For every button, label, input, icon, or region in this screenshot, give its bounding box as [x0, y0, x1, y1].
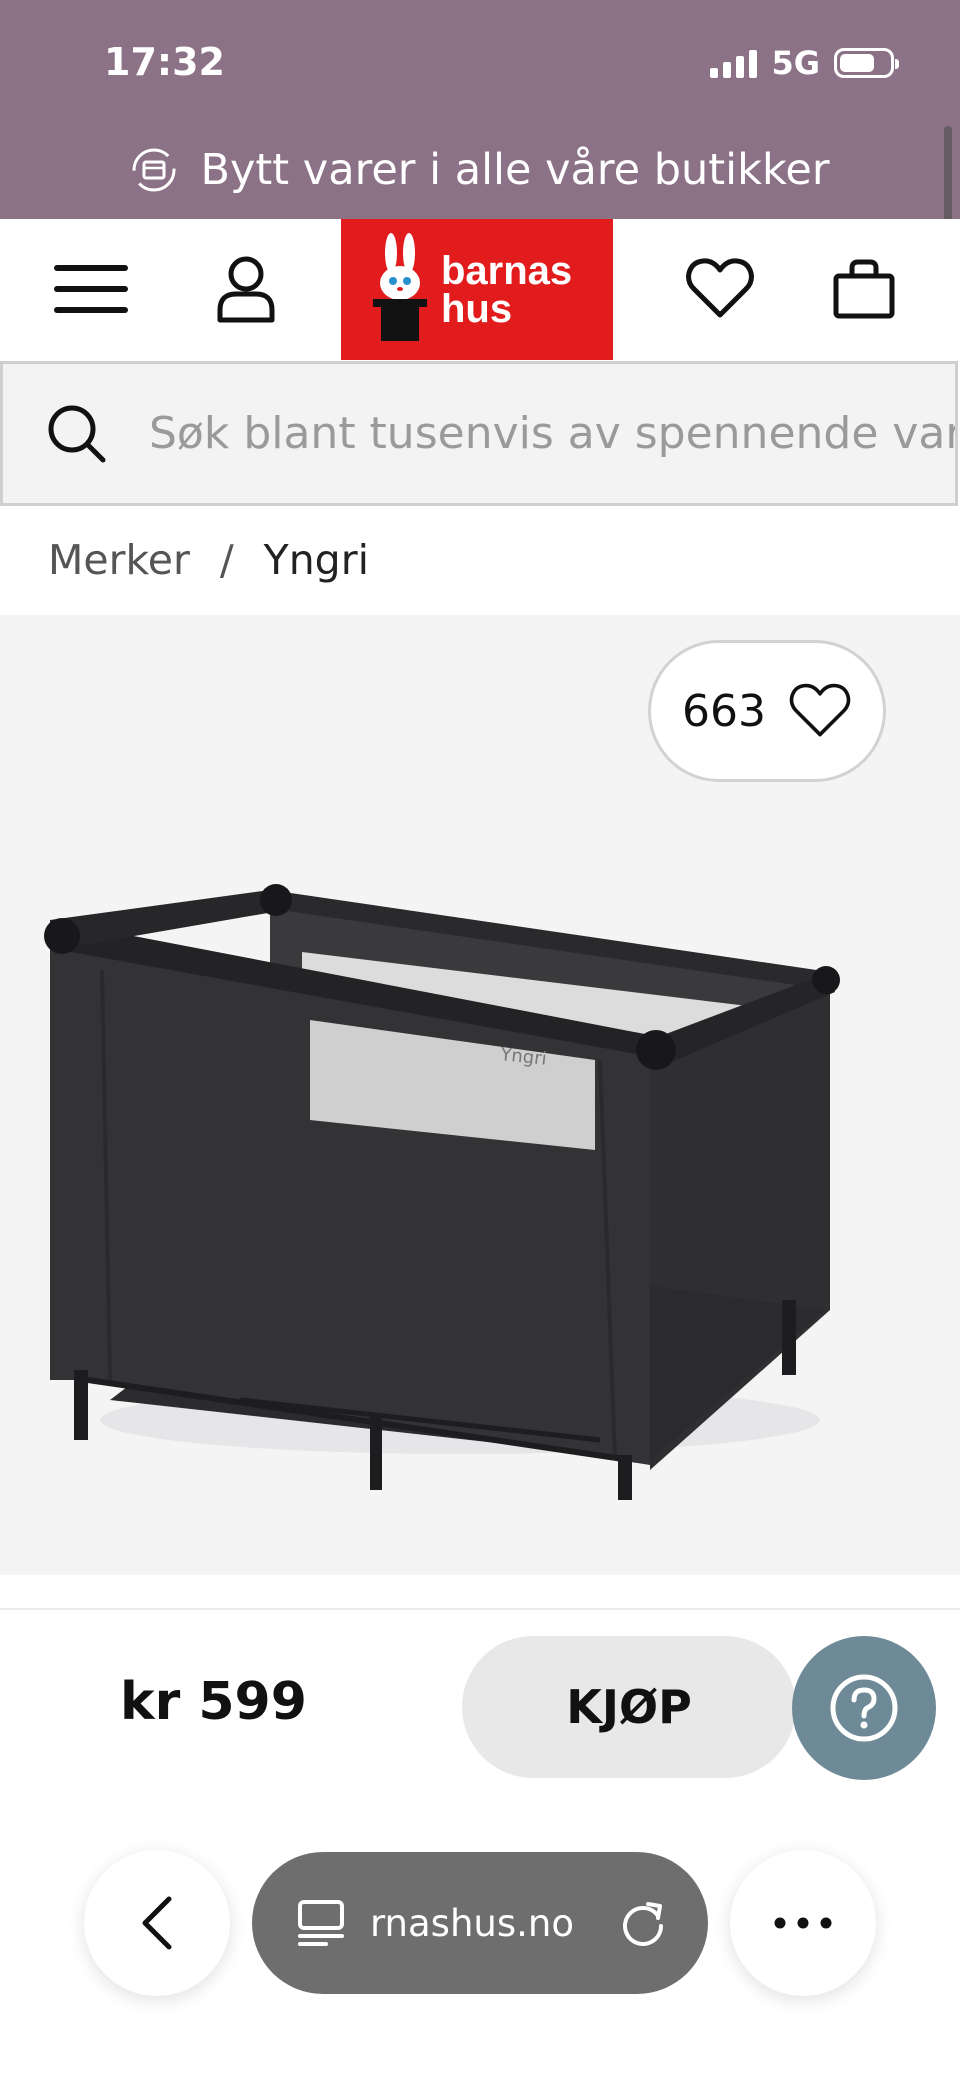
breadcrumb: Merker / Yngri [48, 530, 369, 590]
section-divider [0, 1608, 960, 1610]
product-image-travel-cot: Yngri [44, 884, 840, 1500]
browser-toolbar: rnashus.no [0, 1830, 960, 2079]
bag-icon [833, 259, 895, 319]
question-icon [830, 1674, 898, 1742]
brand-logo[interactable]: barnas hus [341, 219, 613, 360]
buy-button[interactable]: KJØP [462, 1636, 796, 1778]
user-icon [217, 256, 275, 323]
wishlist-button[interactable] [680, 249, 760, 329]
heart-icon [686, 258, 754, 318]
logo-text-line1: barnas [441, 248, 573, 293]
rabbit-hat-logo-icon [373, 232, 427, 341]
address-bar[interactable]: rnashus.no [252, 1852, 708, 1994]
status-time: 17:32 [104, 40, 225, 84]
search-icon [48, 405, 106, 462]
search-input[interactable] [149, 408, 955, 459]
chevron-left-icon [142, 1896, 172, 1950]
info-banner[interactable]: Bytt varer i alle våre butikker [0, 140, 960, 200]
url-text: rnashus.no [370, 1901, 574, 1945]
exchange-icon [132, 148, 176, 192]
battery-icon [834, 48, 899, 78]
hamburger-icon [54, 265, 128, 313]
back-button[interactable] [84, 1850, 230, 1996]
help-button[interactable] [792, 1636, 936, 1780]
product-price: kr 599 [120, 1672, 307, 1732]
site-header: barnas hus [0, 219, 960, 361]
menu-button[interactable] [52, 249, 132, 329]
logo-text-line2: hus [441, 286, 513, 331]
wishlist-count-button[interactable]: 663 [648, 640, 886, 782]
network-label: 5G [771, 44, 820, 82]
cart-button[interactable] [824, 249, 904, 329]
page-menu-icon [298, 1900, 344, 1946]
product-image-area[interactable]: 663 Yngri [0, 615, 960, 1575]
status-indicators: 5G [710, 44, 899, 82]
breadcrumb-current: Yngri [263, 536, 369, 584]
reload-icon[interactable] [618, 1898, 668, 1948]
breadcrumb-link-merker[interactable]: Merker [48, 536, 190, 584]
wishlist-count: 663 [682, 685, 766, 737]
top-banner-area: 17:32 5G Bytt varer i alle våre butikker [0, 0, 960, 219]
more-dots-icon [774, 1917, 832, 1929]
account-button[interactable] [206, 249, 286, 329]
search-bar[interactable] [0, 361, 958, 506]
signal-icon [710, 48, 758, 78]
breadcrumb-separator: / [219, 536, 234, 584]
more-button[interactable] [730, 1850, 876, 1996]
banner-text: Bytt varer i alle våre butikker [200, 145, 830, 195]
heart-outline-icon [789, 683, 851, 737]
